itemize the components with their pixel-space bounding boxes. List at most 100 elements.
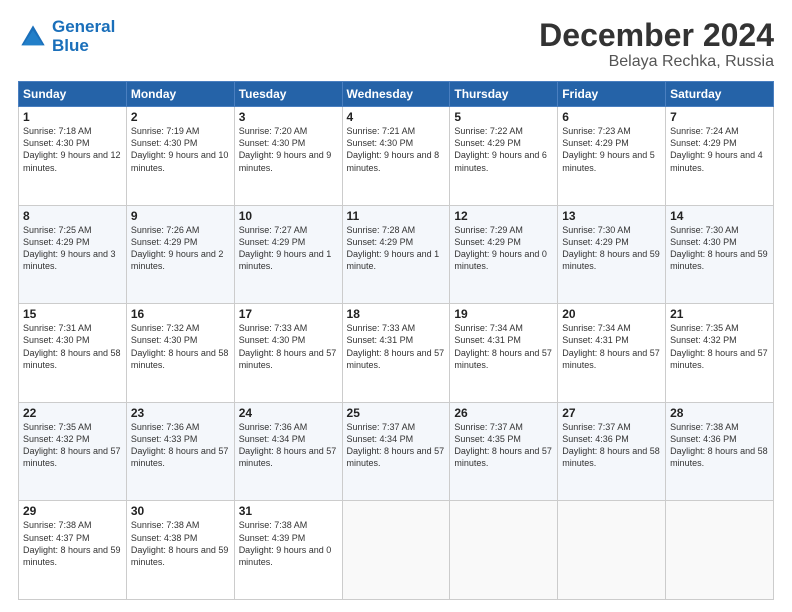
calendar-cell: 18 Sunrise: 7:33 AMSunset: 4:31 PMDaylig… (342, 304, 450, 403)
cell-info: Sunrise: 7:21 AMSunset: 4:30 PMDaylight:… (347, 126, 440, 172)
calendar-cell: 20 Sunrise: 7:34 AMSunset: 4:31 PMDaylig… (558, 304, 666, 403)
day-number: 20 (562, 307, 661, 321)
day-number: 24 (239, 406, 338, 420)
cell-info: Sunrise: 7:37 AMSunset: 4:34 PMDaylight:… (347, 422, 445, 468)
calendar-cell: 3 Sunrise: 7:20 AMSunset: 4:30 PMDayligh… (234, 107, 342, 206)
calendar-cell: 10 Sunrise: 7:27 AMSunset: 4:29 PMDaylig… (234, 205, 342, 304)
day-number: 30 (131, 504, 230, 518)
day-number: 25 (347, 406, 446, 420)
cell-info: Sunrise: 7:26 AMSunset: 4:29 PMDaylight:… (131, 225, 224, 271)
calendar-week-2: 8 Sunrise: 7:25 AMSunset: 4:29 PMDayligh… (19, 205, 774, 304)
cell-info: Sunrise: 7:38 AMSunset: 4:36 PMDaylight:… (670, 422, 768, 468)
cell-info: Sunrise: 7:23 AMSunset: 4:29 PMDaylight:… (562, 126, 655, 172)
page-subtitle: Belaya Rechka, Russia (539, 53, 774, 71)
logo: General Blue (18, 18, 115, 55)
cell-info: Sunrise: 7:37 AMSunset: 4:35 PMDaylight:… (454, 422, 552, 468)
calendar-cell: 14 Sunrise: 7:30 AMSunset: 4:30 PMDaylig… (666, 205, 774, 304)
calendar-cell: 13 Sunrise: 7:30 AMSunset: 4:29 PMDaylig… (558, 205, 666, 304)
calendar-week-3: 15 Sunrise: 7:31 AMSunset: 4:30 PMDaylig… (19, 304, 774, 403)
calendar-cell: 27 Sunrise: 7:37 AMSunset: 4:36 PMDaylig… (558, 402, 666, 501)
calendar-cell: 30 Sunrise: 7:38 AMSunset: 4:38 PMDaylig… (126, 501, 234, 600)
day-of-week-header: SundayMondayTuesdayWednesdayThursdayFrid… (19, 82, 774, 107)
calendar-cell: 4 Sunrise: 7:21 AMSunset: 4:30 PMDayligh… (342, 107, 450, 206)
calendar-cell: 5 Sunrise: 7:22 AMSunset: 4:29 PMDayligh… (450, 107, 558, 206)
calendar-cell (450, 501, 558, 600)
cell-info: Sunrise: 7:36 AMSunset: 4:33 PMDaylight:… (131, 422, 229, 468)
cell-info: Sunrise: 7:27 AMSunset: 4:29 PMDaylight:… (239, 225, 332, 271)
day-number: 23 (131, 406, 230, 420)
calendar-cell: 12 Sunrise: 7:29 AMSunset: 4:29 PMDaylig… (450, 205, 558, 304)
day-number: 21 (670, 307, 769, 321)
day-number: 8 (23, 209, 122, 223)
day-number: 28 (670, 406, 769, 420)
col-header-monday: Monday (126, 82, 234, 107)
day-number: 9 (131, 209, 230, 223)
calendar-week-4: 22 Sunrise: 7:35 AMSunset: 4:32 PMDaylig… (19, 402, 774, 501)
cell-info: Sunrise: 7:30 AMSunset: 4:30 PMDaylight:… (670, 225, 768, 271)
cell-info: Sunrise: 7:37 AMSunset: 4:36 PMDaylight:… (562, 422, 660, 468)
calendar-cell: 19 Sunrise: 7:34 AMSunset: 4:31 PMDaylig… (450, 304, 558, 403)
cell-info: Sunrise: 7:35 AMSunset: 4:32 PMDaylight:… (670, 323, 768, 369)
cell-info: Sunrise: 7:20 AMSunset: 4:30 PMDaylight:… (239, 126, 332, 172)
calendar-cell (666, 501, 774, 600)
calendar-cell: 29 Sunrise: 7:38 AMSunset: 4:37 PMDaylig… (19, 501, 127, 600)
day-number: 4 (347, 110, 446, 124)
logo-text: General Blue (52, 18, 115, 55)
calendar-week-5: 29 Sunrise: 7:38 AMSunset: 4:37 PMDaylig… (19, 501, 774, 600)
day-number: 26 (454, 406, 553, 420)
calendar-cell: 25 Sunrise: 7:37 AMSunset: 4:34 PMDaylig… (342, 402, 450, 501)
calendar-table: SundayMondayTuesdayWednesdayThursdayFrid… (18, 81, 774, 600)
day-number: 19 (454, 307, 553, 321)
cell-info: Sunrise: 7:24 AMSunset: 4:29 PMDaylight:… (670, 126, 763, 172)
col-header-wednesday: Wednesday (342, 82, 450, 107)
day-number: 13 (562, 209, 661, 223)
cell-info: Sunrise: 7:25 AMSunset: 4:29 PMDaylight:… (23, 225, 116, 271)
day-number: 11 (347, 209, 446, 223)
day-number: 3 (239, 110, 338, 124)
day-number: 14 (670, 209, 769, 223)
cell-info: Sunrise: 7:29 AMSunset: 4:29 PMDaylight:… (454, 225, 547, 271)
cell-info: Sunrise: 7:34 AMSunset: 4:31 PMDaylight:… (562, 323, 660, 369)
cell-info: Sunrise: 7:28 AMSunset: 4:29 PMDaylight:… (347, 225, 440, 271)
page: General Blue December 2024 Belaya Rechka… (0, 0, 792, 612)
cell-info: Sunrise: 7:38 AMSunset: 4:39 PMDaylight:… (239, 520, 332, 566)
cell-info: Sunrise: 7:34 AMSunset: 4:31 PMDaylight:… (454, 323, 552, 369)
calendar-cell: 2 Sunrise: 7:19 AMSunset: 4:30 PMDayligh… (126, 107, 234, 206)
day-number: 5 (454, 110, 553, 124)
cell-info: Sunrise: 7:38 AMSunset: 4:37 PMDaylight:… (23, 520, 121, 566)
day-number: 18 (347, 307, 446, 321)
day-number: 17 (239, 307, 338, 321)
day-number: 29 (23, 504, 122, 518)
logo-icon (18, 22, 48, 52)
cell-info: Sunrise: 7:33 AMSunset: 4:30 PMDaylight:… (239, 323, 337, 369)
cell-info: Sunrise: 7:32 AMSunset: 4:30 PMDaylight:… (131, 323, 229, 369)
day-number: 1 (23, 110, 122, 124)
cell-info: Sunrise: 7:33 AMSunset: 4:31 PMDaylight:… (347, 323, 445, 369)
calendar-cell: 26 Sunrise: 7:37 AMSunset: 4:35 PMDaylig… (450, 402, 558, 501)
cell-info: Sunrise: 7:31 AMSunset: 4:30 PMDaylight:… (23, 323, 121, 369)
calendar-cell: 15 Sunrise: 7:31 AMSunset: 4:30 PMDaylig… (19, 304, 127, 403)
day-number: 27 (562, 406, 661, 420)
calendar-cell: 7 Sunrise: 7:24 AMSunset: 4:29 PMDayligh… (666, 107, 774, 206)
cell-info: Sunrise: 7:36 AMSunset: 4:34 PMDaylight:… (239, 422, 337, 468)
day-number: 15 (23, 307, 122, 321)
calendar-cell: 1 Sunrise: 7:18 AMSunset: 4:30 PMDayligh… (19, 107, 127, 206)
calendar-cell: 23 Sunrise: 7:36 AMSunset: 4:33 PMDaylig… (126, 402, 234, 501)
col-header-saturday: Saturday (666, 82, 774, 107)
cell-info: Sunrise: 7:30 AMSunset: 4:29 PMDaylight:… (562, 225, 660, 271)
day-number: 16 (131, 307, 230, 321)
cell-info: Sunrise: 7:35 AMSunset: 4:32 PMDaylight:… (23, 422, 121, 468)
calendar-cell: 17 Sunrise: 7:33 AMSunset: 4:30 PMDaylig… (234, 304, 342, 403)
col-header-thursday: Thursday (450, 82, 558, 107)
day-number: 2 (131, 110, 230, 124)
page-title: December 2024 (539, 18, 774, 53)
cell-info: Sunrise: 7:38 AMSunset: 4:38 PMDaylight:… (131, 520, 229, 566)
calendar-cell: 22 Sunrise: 7:35 AMSunset: 4:32 PMDaylig… (19, 402, 127, 501)
title-block: December 2024 Belaya Rechka, Russia (539, 18, 774, 71)
cell-info: Sunrise: 7:19 AMSunset: 4:30 PMDaylight:… (131, 126, 229, 172)
calendar-cell: 31 Sunrise: 7:38 AMSunset: 4:39 PMDaylig… (234, 501, 342, 600)
calendar-cell: 28 Sunrise: 7:38 AMSunset: 4:36 PMDaylig… (666, 402, 774, 501)
day-number: 6 (562, 110, 661, 124)
day-number: 7 (670, 110, 769, 124)
calendar-cell: 8 Sunrise: 7:25 AMSunset: 4:29 PMDayligh… (19, 205, 127, 304)
